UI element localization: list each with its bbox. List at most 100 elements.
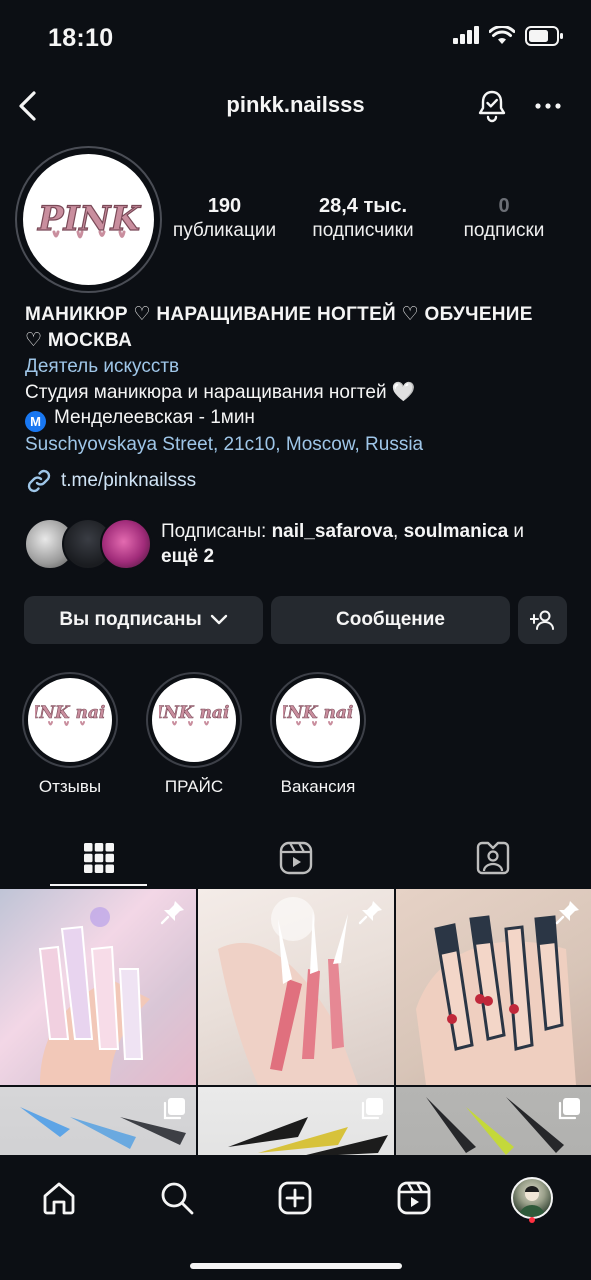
tab-tagged[interactable] [394,828,591,888]
profile-tabs [0,828,591,888]
followed-user-2[interactable]: soulmanica [404,521,509,542]
profile-avatar[interactable]: PINK [15,146,162,293]
following-count: 0 [498,195,510,217]
followers-count: 28,4 тыс. [318,195,408,217]
nav-search[interactable] [152,1173,202,1223]
tab-posts[interactable] [0,828,197,888]
pin-icon [358,901,382,925]
highlight-ring: PINK nails [146,672,242,768]
carousel-icon [163,1098,185,1120]
stat-posts[interactable]: 190 публикации [162,194,287,244]
followed-by-avatars [24,518,154,570]
following-button-label: Вы подписаны [59,609,202,630]
wifi-icon [489,26,515,44]
metro-icon: M [25,411,46,432]
create-post-icon [278,1181,312,1215]
grid-icon [83,843,114,873]
highlight-cover: PINK nails [276,678,360,762]
highlight-label: ПРАЙС [164,777,224,796]
bottom-navigation [0,1155,591,1280]
highlight-ring: PINK nails [22,672,118,768]
search-icon [161,1182,194,1215]
avatar-illustration [519,1186,545,1217]
active-tab-indicator [50,884,147,886]
more-options-button[interactable] [528,86,568,126]
bio-title-line2: ♡ МОСКВА [25,329,133,351]
nav-reels[interactable] [389,1173,439,1223]
post-thumbnail[interactable] [396,1087,591,1155]
highlight-reviews[interactable]: PINK nails Отзывы [22,672,118,797]
followed-others[interactable]: ещё 2 [161,546,214,567]
followed-middle: и [508,521,525,542]
bio-link[interactable]: t.me/pinknailsss [25,467,570,495]
bio-metro-line: M Менделеевская - 1мин [25,405,570,432]
carousel-icon [558,1098,580,1120]
nav-create[interactable] [270,1173,320,1223]
highlight-vacancy[interactable]: PINK nails Вакансия [270,672,366,797]
highlight-price[interactable]: PINK nails ПРАЙС [146,672,242,797]
highlight-ring: PINK nails [270,672,366,768]
highlight-cover: PINK nails [28,678,112,762]
highlight-label: Вакансия [280,777,356,796]
profile-bio: МАНИКЮР ♡ НАРАЩИВАНИЕ НОГТЕЙ ♡ ОБУЧЕНИЕ … [25,302,570,495]
post-thumbnail[interactable] [198,1087,394,1155]
posts-label: публикации [172,220,277,241]
svg-text:PINK nails: PINK nails [35,703,105,723]
following-button[interactable]: Вы подписаны [24,596,263,644]
post-thumbnail[interactable] [396,889,591,1085]
following-label: подписки [463,220,545,241]
pink-nails-logo: PINK nails [283,703,353,726]
bell-check-icon [478,90,506,123]
bio-location[interactable]: Suschyovskaya Street, 21с10, Moscow, Rus… [25,432,570,458]
pink-nails-logo: PINK nails [159,703,229,726]
bio-description: Студия маникюра и наращивания ногтей 🤍 [25,381,416,403]
nav-home[interactable] [34,1173,84,1223]
followers-label: подписчики [312,220,414,241]
followed-user-1[interactable]: nail_safarova [272,521,393,542]
battery-icon [525,26,563,46]
post-thumbnail[interactable] [198,889,394,1085]
highlight-cover: PINK nails [152,678,236,762]
home-indicator [190,1263,402,1269]
post-thumbnail[interactable] [0,889,196,1085]
followed-by[interactable]: Подписаны: nail_safarova, soulmanica и ещ… [24,516,574,572]
highlight-label: Отзывы [38,777,102,796]
suggested-users-button[interactable] [518,596,567,644]
status-bar: 18:10 [0,0,591,76]
message-button-label: Сообщение [336,609,445,630]
svg-text:PINK nails: PINK nails [283,703,353,723]
followed-separator: , [393,521,404,542]
carousel-icon [361,1098,383,1120]
bio-link-text: t.me/pinknailsss [61,469,197,491]
follower-avatar [100,518,152,570]
story-highlights: PINK nails Отзывы PINK nails ПРАЙС PINK … [22,672,582,802]
posts-count: 190 [207,195,242,217]
stat-followers[interactable]: 28,4 тыс. подписчики [287,194,439,244]
pink-logo: PINK [36,198,142,239]
posts-grid [0,889,591,1155]
reels-icon [397,1181,431,1215]
home-icon [43,1182,75,1215]
notification-dot [529,1217,535,1223]
add-person-icon [529,610,554,630]
pin-icon [555,901,579,925]
svg-text:PINK: PINK [36,199,141,239]
reels-icon [279,841,312,875]
tab-reels[interactable] [197,828,394,888]
stat-following[interactable]: 0 подписки [439,194,569,244]
nav-profile[interactable] [507,1173,557,1223]
profile-avatar-small [511,1177,553,1219]
avatar-image: PINK [23,154,154,285]
link-icon [27,469,51,492]
tagged-person-icon [476,841,509,875]
followed-prefix: Подписаны: [161,521,272,542]
post-thumbnail[interactable] [0,1087,196,1155]
pin-icon [160,901,184,925]
bio-title-line1: МАНИКЮР ♡ НАРАЩИВАНИЕ НОГТЕЙ ♡ ОБУЧЕНИЕ [25,304,533,325]
followed-by-text: Подписаны: nail_safarova, soulmanica и ещ… [161,519,571,569]
bio-category[interactable]: Деятель искусств [25,354,570,380]
message-button[interactable]: Сообщение [271,596,510,644]
pink-nails-logo: PINK nails [35,703,105,726]
notifications-button[interactable] [472,86,512,126]
profile-actions: Вы подписаны Сообщение [24,596,567,644]
